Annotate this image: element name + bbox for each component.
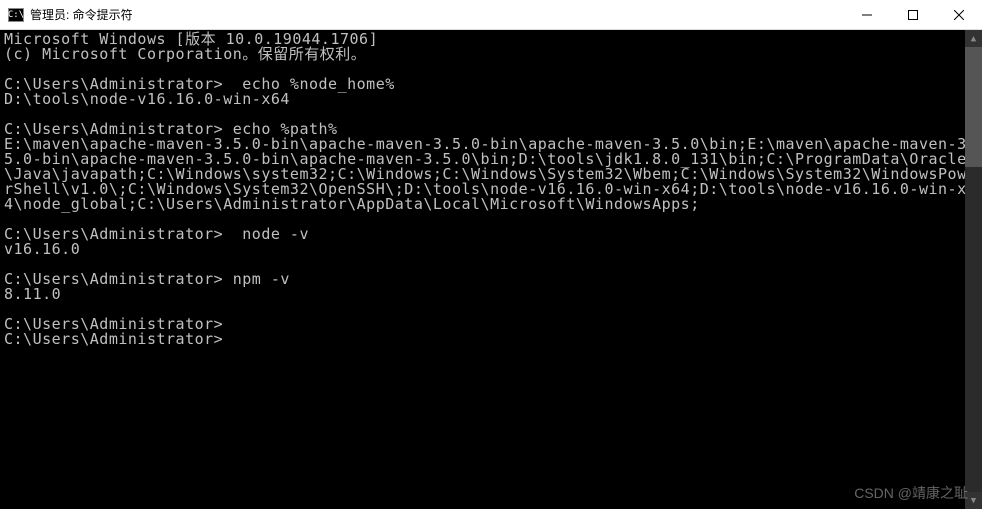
terminal-line: 8.11.0 <box>4 287 978 302</box>
close-button[interactable] <box>936 0 982 29</box>
terminal-line: C:\Users\Administrator> <box>4 332 978 347</box>
scrollbar[interactable]: ▲ ▼ <box>965 30 982 509</box>
scrollbar-up-arrow[interactable]: ▲ <box>965 30 982 47</box>
scrollbar-thumb[interactable] <box>965 47 982 167</box>
minimize-button[interactable] <box>844 0 890 29</box>
maximize-button[interactable] <box>890 0 936 29</box>
terminal-line: C:\Users\Administrator> node -v <box>4 227 978 242</box>
scrollbar-down-arrow[interactable]: ▼ <box>965 492 982 509</box>
terminal-line: (c) Microsoft Corporation。保留所有权利。 <box>4 47 978 62</box>
window-title: 管理员: 命令提示符 <box>30 6 844 23</box>
title-bar: C:\ 管理员: 命令提示符 <box>0 0 982 30</box>
window-controls <box>844 0 982 29</box>
terminal-line: E:\maven\apache-maven-3.5.0-bin\apache-m… <box>4 137 978 212</box>
terminal-line: D:\tools\node-v16.16.0-win-x64 <box>4 92 978 107</box>
terminal-line: C:\Users\Administrator> npm -v <box>4 272 978 287</box>
terminal-icon: C:\ <box>8 8 24 22</box>
terminal-output[interactable]: Microsoft Windows [版本 10.0.19044.1706](c… <box>0 30 982 509</box>
terminal-line: v16.16.0 <box>4 242 978 257</box>
